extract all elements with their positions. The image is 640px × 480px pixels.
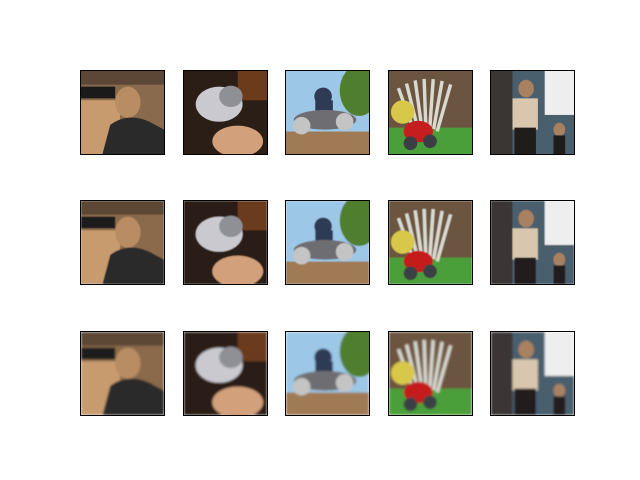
image-content [389, 71, 472, 154]
image-tile-reconstruction-2-zebra-with-red-vehicle [388, 331, 473, 416]
image-content [81, 201, 164, 284]
image-tile-original-person-on-motorcycle [285, 70, 370, 155]
image-tile-reconstruction-1-people-at-event [490, 200, 575, 285]
image-tile-reconstruction-2-person-on-motorcycle [285, 331, 370, 416]
image-tile-reconstruction-2-man-in-kitchen [80, 331, 165, 416]
image-content [491, 71, 574, 154]
image-content [184, 332, 267, 415]
image-content [184, 71, 267, 154]
image-tile-original-man-in-kitchen [80, 70, 165, 155]
image-content [81, 332, 164, 415]
image-tile-original-bulldog-held-by-hand [183, 70, 268, 155]
image-content [286, 201, 369, 284]
image-tile-reconstruction-1-person-on-motorcycle [285, 200, 370, 285]
image-content [389, 201, 472, 284]
image-content [491, 332, 574, 415]
image-tile-original-people-at-event [490, 70, 575, 155]
image-content [389, 332, 472, 415]
image-content [286, 71, 369, 154]
image-tile-original-zebra-with-red-vehicle [388, 70, 473, 155]
image-content [286, 332, 369, 415]
image-grid-figure [0, 0, 640, 480]
image-tile-reconstruction-2-people-at-event [490, 331, 575, 416]
image-tile-reconstruction-2-bulldog-held-by-hand [183, 331, 268, 416]
image-tile-reconstruction-1-man-in-kitchen [80, 200, 165, 285]
image-tile-reconstruction-1-bulldog-held-by-hand [183, 200, 268, 285]
image-content [184, 201, 267, 284]
image-content [81, 71, 164, 154]
image-tile-reconstruction-1-zebra-with-red-vehicle [388, 200, 473, 285]
image-content [491, 201, 574, 284]
